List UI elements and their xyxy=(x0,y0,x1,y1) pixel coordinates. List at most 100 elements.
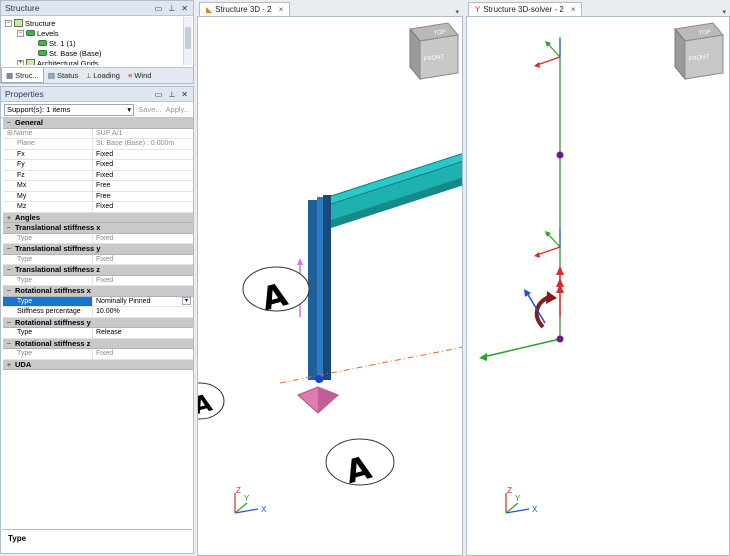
solver-scene[interactable]: TOP FRONT X Y Z xyxy=(467,17,730,556)
tree-node[interactable]: − Structure xyxy=(5,18,193,28)
structure-tree: − Structure − Levels St. 1 (1) St. Base (Base… xyxy=(1,16,193,65)
property-value-dropdown[interactable]: Nominally Pinned ▾ xyxy=(93,297,193,307)
property-row[interactable]: Fx Fixed xyxy=(3,149,193,160)
property-value[interactable]: Free xyxy=(93,181,193,191)
restore-icon[interactable]: ▭ xyxy=(155,90,163,99)
tree-node[interactable]: St. Base (Base) xyxy=(5,48,193,58)
property-row[interactable]: Fz Fixed xyxy=(3,170,193,181)
property-group[interactable]: + UDA xyxy=(3,359,193,370)
expand-icon[interactable]: + xyxy=(3,213,15,222)
tab-structure-3d-solver[interactable]: Y Structure 3D-solver - 2 × xyxy=(468,2,583,16)
column-flange-right[interactable] xyxy=(323,195,331,380)
structure-tabs: ▦ Struc... ▤ Status ⟂ Loading ≡ Wind xyxy=(1,67,193,83)
property-value-label: Fixed xyxy=(96,255,114,263)
property-value[interactable]: Fixed xyxy=(93,150,193,160)
grid-bubble-a-left[interactable]: A xyxy=(242,266,310,318)
tree-node[interactable]: + Architectural Grids xyxy=(5,58,193,65)
property-group[interactable]: − Rotational stiffness z xyxy=(3,338,193,349)
selection-dropdown[interactable]: Support(s): 1 items ▾ xyxy=(4,103,135,116)
property-group[interactable]: − General xyxy=(3,118,193,129)
save-button[interactable]: Save... xyxy=(138,105,161,114)
tree-expander-icon[interactable]: − xyxy=(5,19,12,27)
support-node[interactable] xyxy=(315,375,323,383)
column[interactable] xyxy=(308,195,331,382)
node-base[interactable] xyxy=(556,335,564,343)
tree-scrollbar[interactable] xyxy=(183,17,192,65)
property-row[interactable]: Fy Fixed xyxy=(3,160,193,171)
property-group[interactable]: + Angles xyxy=(3,212,193,223)
property-row[interactable]: Type Fixed xyxy=(3,349,193,360)
collapse-icon[interactable]: − xyxy=(3,223,15,232)
property-group[interactable]: − Rotational stiffness y xyxy=(3,317,193,328)
close-icon[interactable]: ✕ xyxy=(181,90,188,99)
property-value[interactable]: Fixed xyxy=(93,160,193,170)
property-row[interactable]: Stiffness percentage 10.00% xyxy=(3,307,193,318)
collapse-icon[interactable]: − xyxy=(3,244,15,253)
property-group[interactable]: − Translational stiffness y xyxy=(3,244,193,255)
property-group[interactable]: − Translational stiffness z xyxy=(3,265,193,276)
collapse-icon[interactable]: − xyxy=(3,339,15,348)
tab-wind[interactable]: ≡ Wind xyxy=(124,68,155,83)
collapse-icon[interactable]: − xyxy=(3,265,15,274)
property-row[interactable]: Mx Free xyxy=(3,181,193,192)
structure-3d-scene[interactable]: TOP FRONT A A A X Y Z xyxy=(198,17,463,556)
property-row[interactable]: Type Fixed xyxy=(3,233,193,244)
chevron-down-icon[interactable]: ▾ xyxy=(722,8,730,16)
beam[interactable] xyxy=(327,153,463,229)
chevron-down-icon[interactable]: ▾ xyxy=(182,297,191,306)
property-value[interactable]: 10.00% xyxy=(93,307,193,317)
pin-icon[interactable]: ⊥ xyxy=(168,90,175,99)
property-key-label: My xyxy=(17,192,27,200)
close-icon[interactable]: × xyxy=(279,5,284,14)
tree-node-label: St. Base (Base) xyxy=(49,48,102,58)
view-cube[interactable]: TOP FRONT xyxy=(674,22,724,81)
tree-node[interactable]: St. 1 (1) xyxy=(5,38,193,48)
view-cube[interactable]: TOP FRONT xyxy=(409,22,459,81)
tree-expander-icon[interactable]: + xyxy=(17,59,24,65)
axis-z-label: Z xyxy=(236,486,241,495)
grid-bubble-a-edge[interactable]: A xyxy=(198,382,225,420)
property-value: SUP A/1 xyxy=(93,129,193,139)
node-middle[interactable] xyxy=(556,151,564,159)
apply-button[interactable]: Apply... xyxy=(166,105,190,114)
grid-bubble-a-bottom[interactable]: A xyxy=(325,438,395,491)
close-icon[interactable]: ✕ xyxy=(181,4,188,13)
property-row[interactable]: Mz Fixed xyxy=(3,202,193,213)
loading-tab-icon: ⟂ xyxy=(86,70,92,80)
property-row[interactable]: Type Fixed xyxy=(3,275,193,286)
column-web[interactable] xyxy=(317,197,323,382)
property-value[interactable]: Fixed xyxy=(93,171,193,181)
property-row[interactable]: ⊞ Name SUP A/1 xyxy=(3,128,193,139)
property-row[interactable]: Type Release xyxy=(3,328,193,339)
axis-x-label: X xyxy=(532,505,538,514)
tree-expander-icon[interactable]: − xyxy=(17,29,24,37)
property-row[interactable]: Type Nominally Pinned ▾ xyxy=(3,296,193,307)
tab-structure-3d[interactable]: ◣ Structure 3D - 2 × xyxy=(199,2,291,16)
collapse-icon[interactable]: − xyxy=(3,286,15,295)
tab-status[interactable]: ▤ Status xyxy=(44,68,82,83)
property-row[interactable]: Plane St. Base (Base) : 0.000m xyxy=(3,139,193,150)
property-value[interactable]: Release xyxy=(93,328,193,338)
close-icon[interactable]: × xyxy=(571,5,576,14)
property-row[interactable]: My Free xyxy=(3,191,193,202)
structure-3d-icon: ◣ xyxy=(206,5,213,14)
property-group[interactable]: − Translational stiffness x xyxy=(3,223,193,234)
tree-node[interactable]: − Levels xyxy=(5,28,193,38)
tab-loading[interactable]: ⟂ Loading xyxy=(82,68,124,83)
property-key-label: Stiffness percentage xyxy=(17,308,81,316)
restore-icon[interactable]: ▭ xyxy=(155,4,163,13)
property-group[interactable]: − Rotational stiffness x xyxy=(3,286,193,297)
property-value[interactable]: Fixed xyxy=(93,202,193,212)
property-value[interactable]: Free xyxy=(93,192,193,202)
solver-canvas[interactable]: TOP FRONT X Y Z xyxy=(466,16,730,556)
collapse-icon[interactable]: − xyxy=(3,118,15,127)
support[interactable] xyxy=(297,375,339,414)
pin-icon[interactable]: ⊥ xyxy=(168,4,175,13)
chevron-down-icon[interactable]: ▾ xyxy=(455,8,463,16)
tab-structure[interactable]: ▦ Struc... xyxy=(1,68,44,83)
collapse-icon[interactable]: − xyxy=(3,318,15,327)
expand-icon[interactable]: ⊞ xyxy=(7,129,13,137)
property-row[interactable]: Type Fixed xyxy=(3,254,193,265)
viewport-canvas[interactable]: TOP FRONT A A A X Y Z xyxy=(197,16,463,556)
expand-icon[interactable]: + xyxy=(3,360,15,369)
